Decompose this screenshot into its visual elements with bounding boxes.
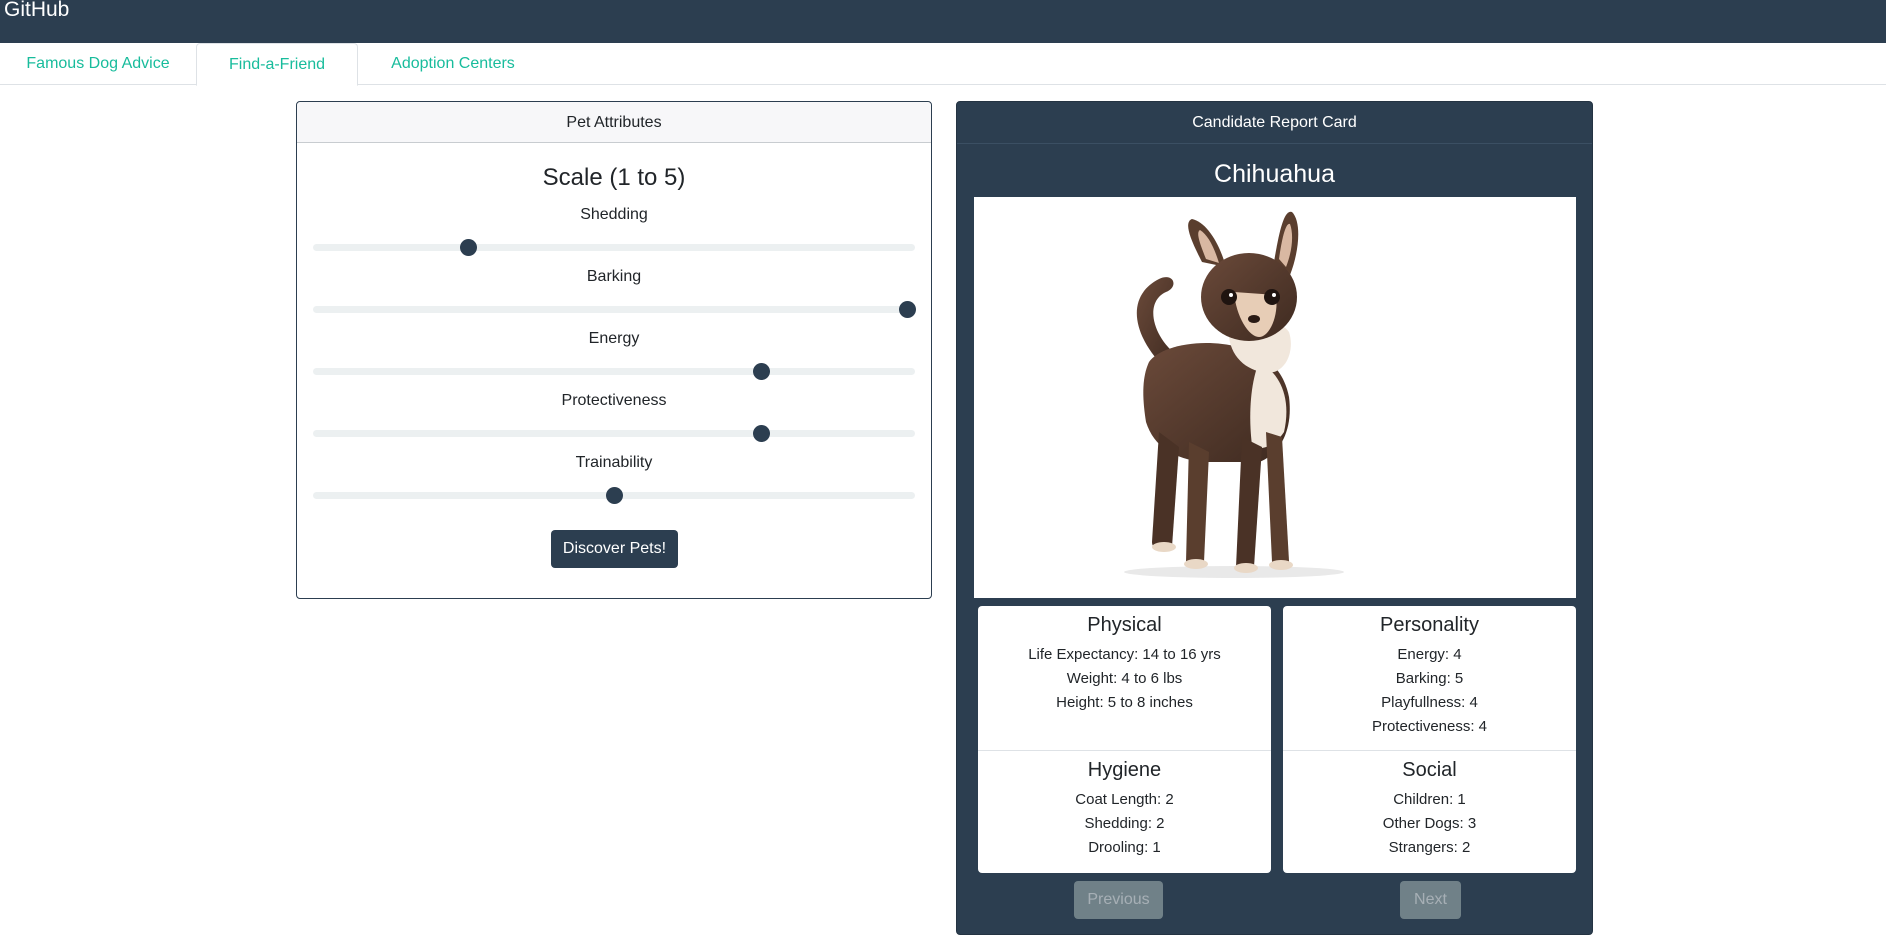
candidate-report-card: Candidate Report Card Chihuahua Physical…	[956, 101, 1593, 935]
barking-slider[interactable]	[313, 301, 916, 318]
personality-section: Personality Energy: 4 Barking: 5 Playful…	[1283, 606, 1576, 751]
protectiveness-slider[interactable]	[313, 425, 915, 442]
personality-title: Personality	[1380, 614, 1479, 636]
github-link[interactable]: GitHub	[4, 0, 69, 22]
stats-left-column: Physical Life Expectancy: 14 to 16 yrs W…	[978, 606, 1271, 873]
next-button[interactable]: Next	[1400, 881, 1461, 919]
children-stat: Children: 1	[1393, 791, 1466, 808]
other-dogs-stat: Other Dogs: 3	[1382, 815, 1477, 832]
tab-bar: Famous Dog Advice Find-a-Friend Adoption…	[0, 43, 1886, 86]
social-title: Social	[1402, 759, 1457, 781]
physical-section: Physical Life Expectancy: 14 to 16 yrs W…	[978, 606, 1271, 751]
coat-length: Coat Length: 2	[1075, 791, 1174, 808]
energy-label: Energy	[588, 330, 640, 347]
stats-right-column: Personality Energy: 4 Barking: 5 Playful…	[1283, 606, 1576, 873]
shedding-slider-thumb[interactable]	[459, 239, 477, 256]
hygiene-section: Hygiene Coat Length: 2 Shedding: 2 Drool…	[978, 751, 1271, 873]
shedding-stat: Shedding: 2	[1084, 815, 1165, 832]
shedding-label: Shedding	[580, 206, 648, 223]
breed-name: Chihuahua	[1214, 160, 1335, 188]
physical-title: Physical	[1087, 614, 1162, 636]
chihuahua-image	[1124, 211, 1344, 578]
trainability-label: Trainability	[575, 454, 653, 471]
tab-adoption-centers[interactable]: Adoption Centers	[358, 43, 548, 85]
report-card-header: Candidate Report Card	[957, 102, 1592, 144]
pet-attributes-header: Pet Attributes	[297, 102, 931, 143]
tab-find-a-friend[interactable]: Find-a-Friend	[196, 43, 358, 86]
trainability-slider-thumb[interactable]	[606, 487, 623, 504]
height: Height: 5 to 8 inches	[1056, 694, 1193, 711]
dog-photo	[974, 197, 1576, 598]
shedding-slider[interactable]	[313, 239, 915, 256]
drooling-stat: Drooling: 1	[1088, 839, 1161, 856]
energy-slider-thumb[interactable]	[752, 363, 770, 380]
social-section: Social Children: 1 Other Dogs: 3 Strange…	[1283, 751, 1576, 873]
protectiveness-slider-thumb[interactable]	[752, 425, 770, 442]
barking-slider-thumb[interactable]	[899, 301, 916, 318]
barking-label: Barking	[586, 268, 642, 285]
top-navbar: GitHub	[0, 0, 1886, 43]
weight: Weight: 4 to 6 lbs	[1066, 670, 1183, 687]
hygiene-title: Hygiene	[1087, 759, 1162, 781]
previous-button[interactable]: Previous	[1074, 881, 1163, 919]
energy-stat: Energy: 4	[1397, 646, 1462, 663]
protectiveness-label: Protectiveness	[561, 392, 667, 409]
tab-famous-dog-advice[interactable]: Famous Dog Advice	[0, 43, 196, 85]
trainability-slider[interactable]	[313, 487, 915, 504]
protectiveness-stat: Protectiveness: 4	[1371, 718, 1488, 735]
strangers-stat: Strangers: 2	[1388, 839, 1471, 856]
energy-slider[interactable]	[313, 363, 915, 380]
pet-attributes-card: Pet Attributes Scale (1 to 5) Shedding B…	[296, 101, 932, 599]
scale-title: Scale (1 to 5)	[542, 164, 686, 191]
life-expectancy: Life Expectancy: 14 to 16 yrs	[1028, 646, 1221, 663]
playfulness-stat: Playfullness: 4	[1381, 694, 1478, 711]
discover-pets-button[interactable]: Discover Pets!	[551, 530, 678, 568]
barking-stat: Barking: 5	[1395, 670, 1464, 687]
